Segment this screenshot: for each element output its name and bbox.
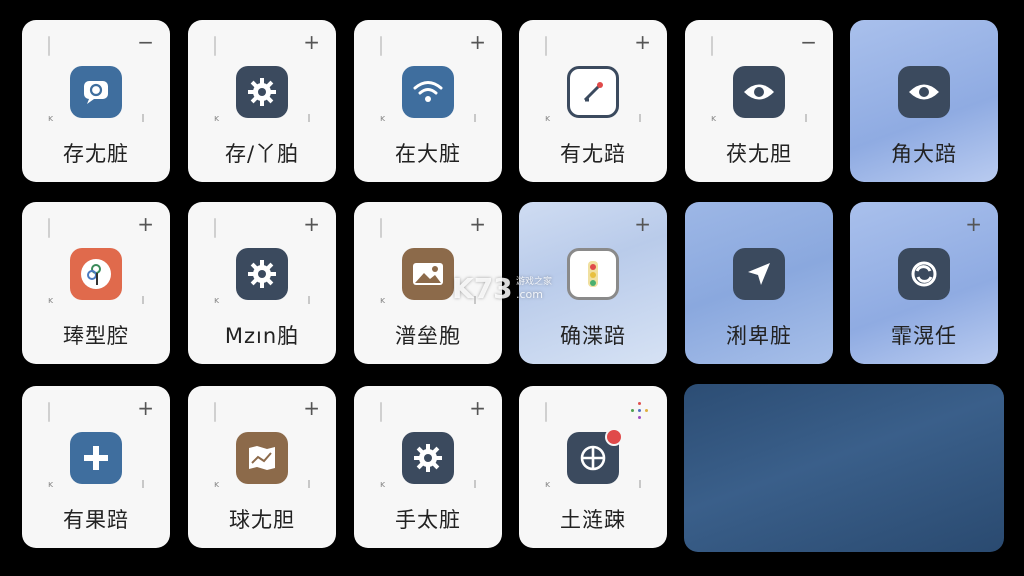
watermark-sub: 游戏之家: [516, 277, 553, 287]
quick-tile[interactable]: + 霏滉任: [850, 202, 998, 364]
quick-tile[interactable]: 浰卑脏: [685, 202, 833, 364]
quick-tile[interactable]: ĸ + 球尢胆: [188, 386, 336, 548]
quick-tile[interactable]: ĸ + 有果踣: [22, 386, 170, 548]
tile-label: Mzın胉: [224, 324, 300, 348]
quick-tile[interactable]: ĸ + 存/丫胉: [188, 20, 336, 182]
watermark-brand: K73: [452, 272, 513, 305]
quick-tile[interactable]: ĸ + 在大脏: [354, 20, 502, 182]
quick-tile[interactable]: ĸ + 有尢踣: [519, 20, 667, 182]
quick-tile[interactable]: ĸ + Mzın胉: [188, 202, 336, 364]
tile-label: 茯尢胆: [726, 142, 792, 166]
tile-label: 确渫踣: [560, 324, 626, 348]
tile-label: 存/丫胉: [224, 142, 300, 166]
quick-tile[interactable]: ĸ − 存尢脏: [22, 20, 170, 182]
quick-tile[interactable]: ĸ + 手太脏: [354, 386, 502, 548]
tile-label: 琫型腔: [63, 324, 129, 348]
watermark-domain: .com: [516, 288, 543, 301]
watermark-logo: K73 游戏之家 .com: [452, 272, 552, 305]
tile-label: 存尢脏: [63, 142, 129, 166]
notification-dot: [605, 428, 623, 446]
quick-tile[interactable]: ĸ 土涟踈: [519, 386, 667, 548]
tile-label: 球尢胆: [229, 508, 295, 532]
tile-label: 霏滉任: [891, 324, 957, 348]
tile-label: 手太脏: [395, 508, 461, 532]
tile-label: 有果踣: [63, 508, 129, 532]
tile-label: 在大脏: [395, 142, 461, 166]
quick-tile[interactable]: ĸ − 茯尢胆: [685, 20, 833, 182]
tile-label: 有尢踣: [560, 142, 626, 166]
quick-tile[interactable]: 角大踣: [850, 20, 998, 182]
media-panel[interactable]: [684, 384, 1004, 552]
tile-label: 浰卑脏: [726, 324, 792, 348]
tile-label: 潽垒胞: [395, 324, 461, 348]
tile-label: 土涟踈: [560, 508, 626, 532]
quick-tile[interactable]: ĸ + 琫型腔: [22, 202, 170, 364]
tile-label: 角大踣: [891, 142, 957, 166]
